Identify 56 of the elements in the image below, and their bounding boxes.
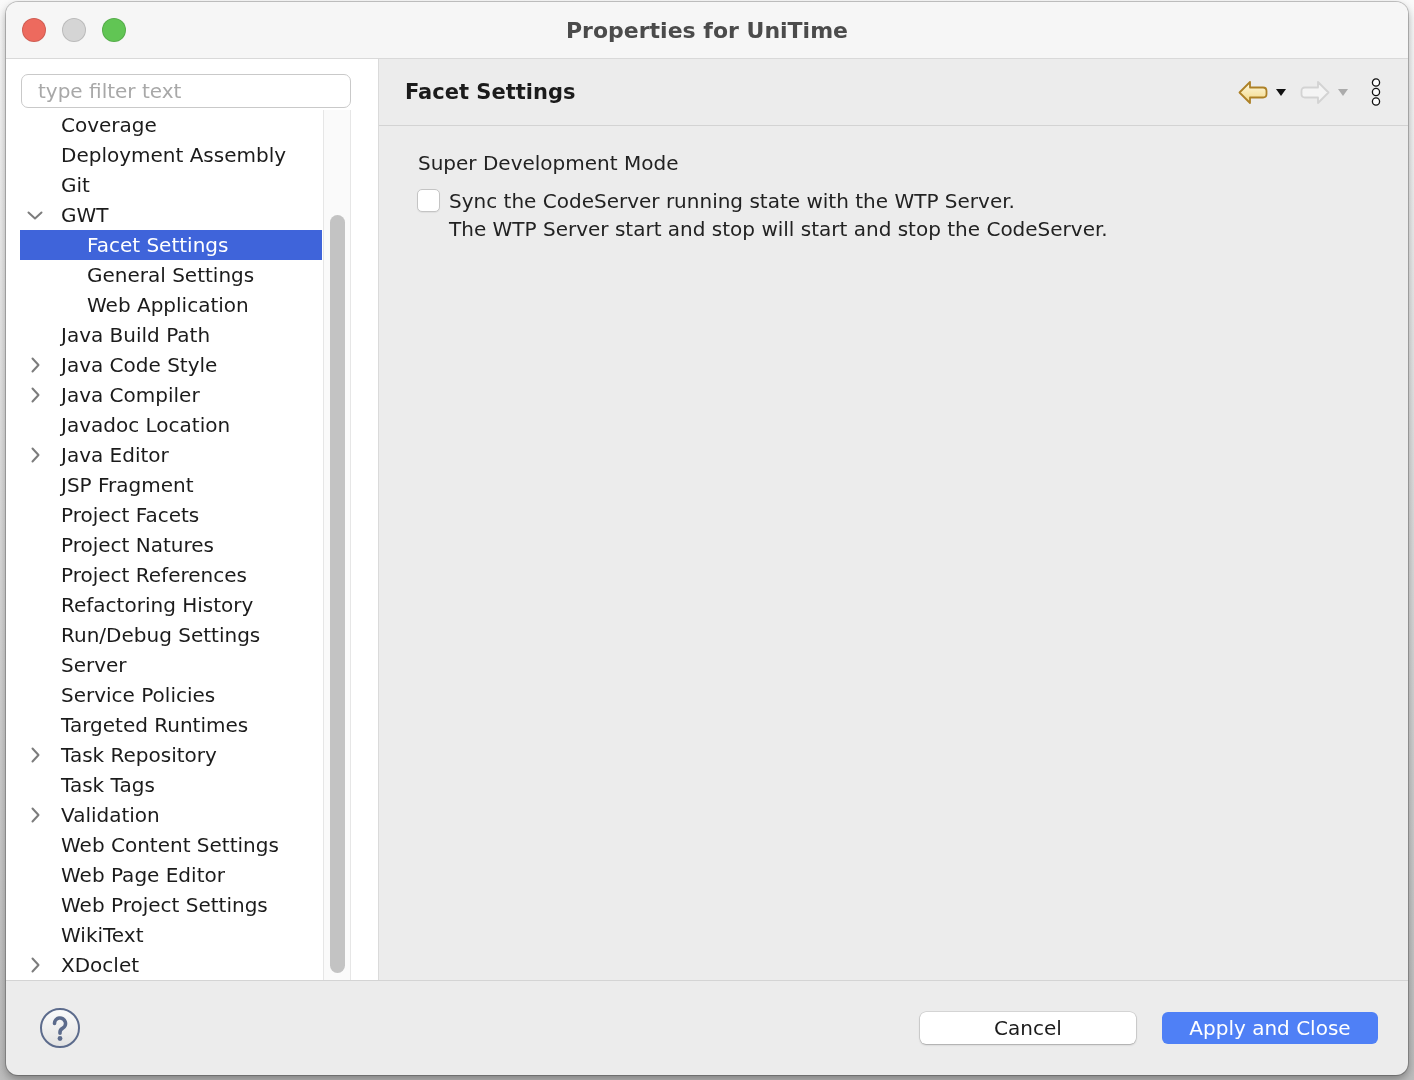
tree-item[interactable]: Project References [20, 560, 322, 590]
zoom-button[interactable] [102, 18, 126, 42]
scrollbar-thumb[interactable] [330, 215, 345, 973]
tree-item[interactable]: Project Facets [20, 500, 322, 530]
chevron-down-icon[interactable] [27, 210, 43, 220]
help-button[interactable] [40, 1008, 80, 1048]
tree-item[interactable]: Web Content Settings [20, 830, 322, 860]
tree-item[interactable]: JSP Fragment [20, 470, 322, 500]
cancel-button[interactable]: Cancel [920, 1012, 1136, 1044]
tree-item[interactable]: Java Editor [20, 440, 322, 470]
window-title: Properties for UniTime [566, 17, 848, 43]
page-title: Facet Settings [405, 80, 577, 104]
chevron-right-icon[interactable] [31, 357, 40, 373]
tree-item[interactable]: Web Page Editor [20, 860, 322, 890]
tree-item[interactable]: XDoclet [20, 950, 322, 980]
tree-item[interactable]: Facet Settings [20, 230, 322, 260]
tree-item[interactable]: Service Policies [20, 680, 322, 710]
tree-item[interactable]: Java Compiler [20, 380, 322, 410]
tree-item[interactable]: Task Tags [20, 770, 322, 800]
filter-field[interactable]: type filter text [21, 74, 351, 108]
close-button[interactable] [22, 18, 46, 42]
tree-item[interactable]: Coverage [20, 110, 322, 140]
tree-item[interactable]: Validation [20, 800, 322, 830]
tree-item[interactable]: Task Repository [20, 740, 322, 770]
tree-item[interactable]: GWT [20, 200, 322, 230]
tree-item[interactable]: Targeted Runtimes [20, 710, 322, 740]
tree-item[interactable]: Web Application [20, 290, 322, 320]
chevron-right-icon[interactable] [31, 957, 40, 973]
arrow-right-icon [1300, 79, 1330, 105]
tree-item[interactable]: Javadoc Location [20, 410, 322, 440]
section-title: Super Development Mode [418, 150, 680, 176]
tree-item[interactable]: Deployment Assembly [20, 140, 322, 170]
caret-down-icon [1276, 88, 1286, 96]
caret-down-icon [1338, 88, 1348, 96]
tree-item[interactable]: WikiText [20, 920, 322, 950]
chevron-right-icon[interactable] [31, 387, 40, 403]
vertical-dots-icon [1371, 78, 1381, 106]
help-icon [40, 1008, 80, 1048]
checkbox[interactable] [417, 189, 440, 212]
tree-item[interactable]: Java Code Style [20, 350, 322, 380]
menu-button[interactable] [1371, 78, 1381, 106]
chevron-right-icon[interactable] [31, 747, 40, 763]
chevron-right-icon[interactable] [31, 807, 40, 823]
tree-item[interactable]: Refactoring History [20, 590, 322, 620]
tree-item[interactable]: Git [20, 170, 322, 200]
tree-item[interactable]: Web Project Settings [20, 890, 322, 920]
checkbox-label: Sync the CodeServer running state with the WTP Server. The WTP Server start and stop will start and stop the CodeServer. [449, 188, 1108, 243]
tree-item[interactable]: Run/Debug Settings [20, 620, 322, 650]
arrow-left-icon [1238, 79, 1268, 105]
back-button[interactable] [1238, 79, 1286, 105]
apply-and-close-button[interactable]: Apply and Close [1162, 1012, 1378, 1044]
tree-item[interactable]: Server [20, 650, 322, 680]
tree-item[interactable]: Project Natures [20, 530, 322, 560]
tree-item[interactable]: General Settings [20, 260, 322, 290]
tree-item[interactable]: Java Build Path [20, 320, 322, 350]
chevron-right-icon[interactable] [31, 447, 40, 463]
